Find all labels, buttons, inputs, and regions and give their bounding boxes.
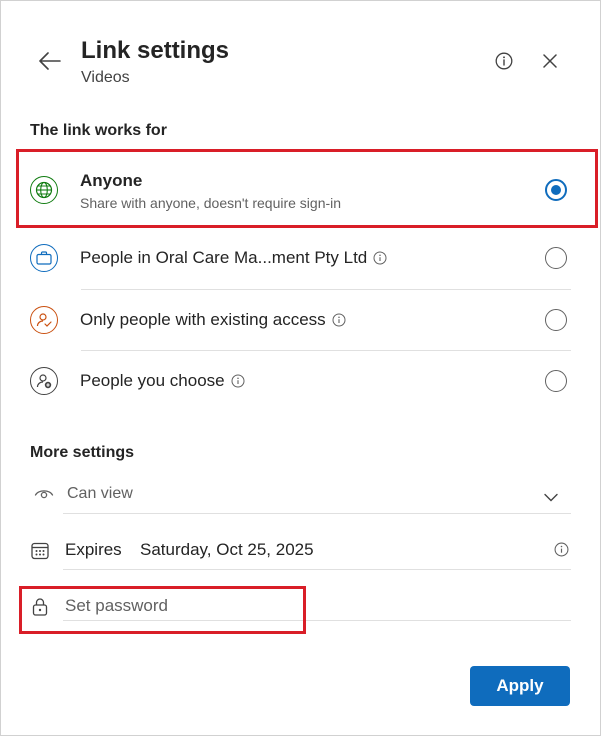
briefcase-icon	[30, 244, 58, 272]
option-label: People in Oral Care Ma...ment Pty Ltd	[80, 248, 368, 267]
link-settings-dialog: Link settings Videos The link works for …	[0, 0, 601, 736]
info-icon[interactable]	[373, 251, 387, 265]
info-icon	[495, 52, 513, 70]
divider	[63, 569, 571, 570]
divider	[63, 513, 571, 514]
highlight-box-anyone	[16, 149, 598, 228]
highlight-box-password	[19, 586, 306, 634]
person-add-icon	[30, 367, 58, 395]
permission-value: Can view	[67, 485, 133, 502]
more-settings-label: More settings	[30, 444, 135, 461]
option-label: Only people with existing access	[80, 310, 326, 329]
expires-value[interactable]: Saturday, Oct 25, 2025	[140, 540, 314, 560]
dialog-title: Link settings	[81, 37, 230, 64]
info-icon[interactable]	[231, 374, 245, 388]
chevron-down-icon	[544, 489, 558, 507]
info-button[interactable]	[491, 48, 517, 74]
apply-button[interactable]: Apply	[470, 666, 570, 706]
expires-row[interactable]: Expires Saturday, Oct 25, 2025	[30, 530, 571, 570]
info-icon[interactable]	[332, 313, 346, 327]
person-check-icon	[30, 306, 58, 334]
radio-existing-access[interactable]	[545, 309, 567, 331]
info-icon[interactable]	[554, 542, 569, 562]
option-existing-access[interactable]: Only people with existing access	[19, 290, 571, 350]
back-button[interactable]	[35, 47, 65, 75]
option-people-you-choose[interactable]: People you choose	[19, 351, 571, 411]
option-label: People you choose	[80, 371, 225, 390]
radio-people-you-choose[interactable]	[545, 370, 567, 392]
calendar-icon	[31, 542, 49, 565]
dialog-subtitle: Videos	[81, 69, 130, 86]
close-icon	[543, 54, 557, 68]
expires-label: Expires	[65, 540, 122, 559]
link-works-for-label: The link works for	[30, 122, 167, 139]
close-button[interactable]	[537, 48, 563, 74]
radio-people-in-org[interactable]	[545, 247, 567, 269]
arrow-left-icon	[39, 52, 61, 70]
eye-icon	[34, 486, 54, 505]
option-people-in-org[interactable]: People in Oral Care Ma...ment Pty Ltd	[19, 228, 571, 288]
permission-dropdown[interactable]: Can view	[30, 474, 571, 514]
